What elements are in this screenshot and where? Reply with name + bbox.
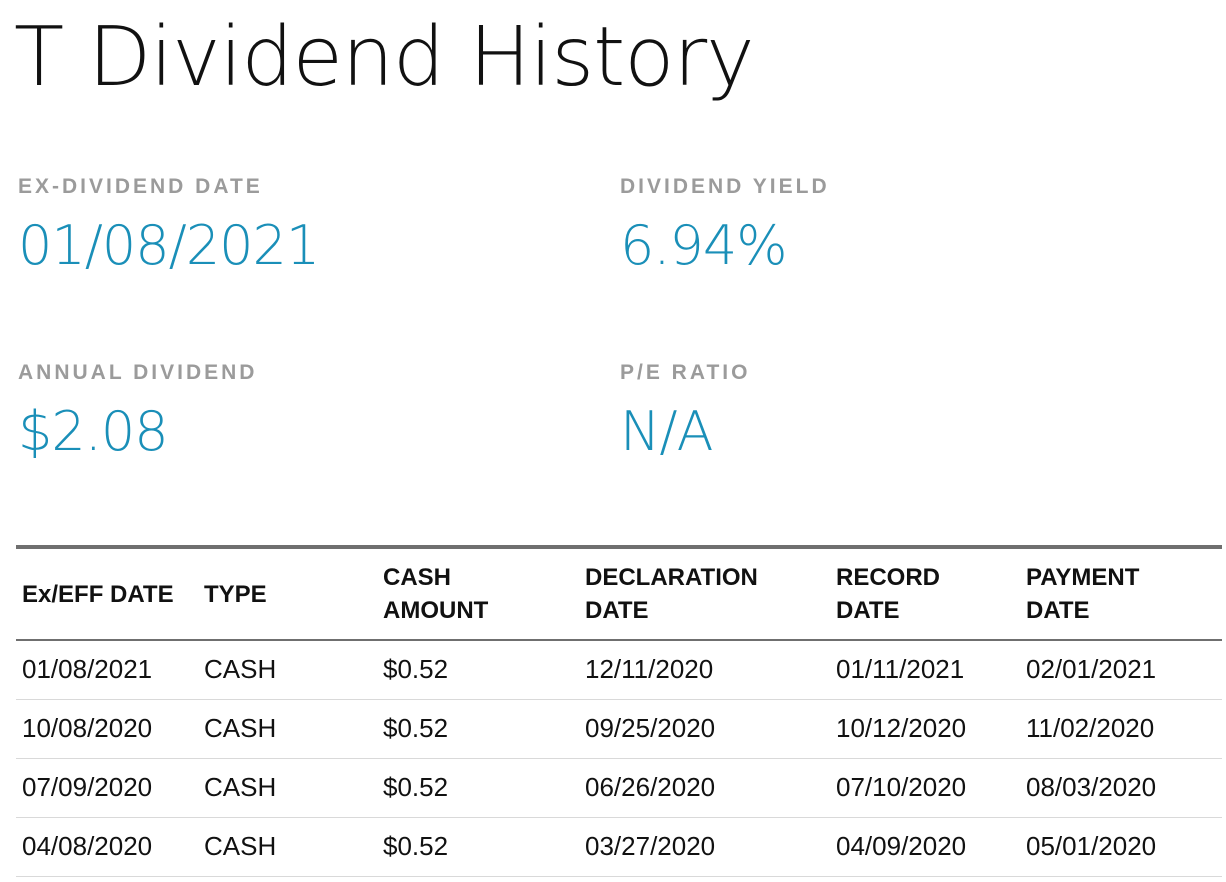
column-header-ex-eff-date: Ex/EFF DATE (16, 547, 198, 641)
cell-record-date: 10/12/2020 (830, 699, 1020, 759)
stat-annual-dividend: ANNUAL DIVIDEND $2.08 (18, 360, 257, 464)
header-line: DATE (585, 597, 649, 624)
header-line: CASH (383, 564, 452, 591)
stat-label: DIVIDEND YIELD (620, 175, 830, 198)
cell-declaration-date: 06/26/2020 (579, 758, 830, 818)
stat-value: 01/08/2021 (18, 214, 320, 277)
cell-payment-date: 02/01/2021 (1020, 640, 1222, 700)
cell-record-date: 04/09/2020 (830, 817, 1020, 877)
column-header-cash-amount: CASH AMOUNT (377, 547, 579, 641)
cell-type: CASH (198, 640, 377, 700)
stat-pe-ratio: P/E RATIO N/A (620, 360, 750, 464)
column-header-declaration-date: DECLARATION DATE (579, 547, 830, 641)
header-line: PAYMENT (1026, 564, 1140, 591)
cell-cash-amount: $0.52 (377, 640, 579, 700)
cell-declaration-date: 09/25/2020 (579, 699, 830, 759)
table-header-row: Ex/EFF DATE TYPE CASH AMOUNT DECLARATION… (16, 547, 1222, 641)
page-title: T Dividend History (14, 10, 755, 105)
cell-declaration-date: 03/27/2020 (579, 817, 830, 877)
cell-type: CASH (198, 699, 377, 759)
cell-cash-amount: $0.52 (377, 817, 579, 877)
stat-value: $2.08 (18, 400, 169, 463)
header-line: DATE (1026, 597, 1090, 624)
table-row: 07/09/2020 CASH $0.52 06/26/2020 07/10/2… (16, 758, 1222, 818)
stat-ex-dividend-date: EX-DIVIDEND DATE 01/08/2021 (18, 174, 320, 278)
column-header-type: TYPE (198, 547, 377, 641)
cell-ex-eff-date: 01/08/2021 (16, 640, 198, 700)
table-row: 04/08/2020 CASH $0.52 03/27/2020 04/09/2… (16, 817, 1222, 877)
table-row: 01/08/2021 CASH $0.52 12/11/2020 01/11/2… (16, 640, 1222, 700)
cell-record-date: 07/10/2020 (830, 758, 1020, 818)
cell-type: CASH (198, 758, 377, 818)
cell-ex-eff-date: 07/09/2020 (16, 758, 198, 818)
cell-cash-amount: $0.52 (377, 758, 579, 818)
header-line: RECORD (836, 564, 941, 591)
cell-ex-eff-date: 04/08/2020 (16, 817, 198, 877)
table-row: 10/08/2020 CASH $0.52 09/25/2020 10/12/2… (16, 699, 1222, 759)
stat-label: P/E RATIO (620, 361, 751, 384)
stat-label: EX-DIVIDEND DATE (18, 175, 263, 198)
cell-payment-date: 08/03/2020 (1020, 758, 1222, 818)
header-line: Ex/EFF DATE (22, 580, 174, 608)
column-header-payment-date: PAYMENT DATE (1020, 547, 1222, 641)
cell-ex-eff-date: 10/08/2020 (16, 699, 198, 759)
cell-payment-date: 11/02/2020 (1020, 699, 1222, 759)
header-line: AMOUNT (383, 597, 489, 624)
header-line: TYPE (204, 580, 267, 608)
cell-declaration-date: 12/11/2020 (579, 640, 830, 700)
stat-label: ANNUAL DIVIDEND (18, 361, 258, 384)
cell-cash-amount: $0.52 (377, 699, 579, 759)
stat-dividend-yield: DIVIDEND YIELD 6.94% (620, 174, 830, 278)
column-header-record-date: RECORD DATE (830, 547, 1020, 641)
header-line: DATE (836, 597, 900, 624)
cell-type: CASH (198, 817, 377, 877)
cell-payment-date: 05/01/2020 (1020, 817, 1222, 877)
cell-record-date: 01/11/2021 (830, 640, 1020, 700)
dividend-history-table: Ex/EFF DATE TYPE CASH AMOUNT DECLARATION… (16, 545, 1222, 877)
stat-value: 6.94% (620, 214, 788, 277)
stat-value: N/A (620, 400, 714, 463)
header-line: DECLARATION (585, 564, 758, 591)
